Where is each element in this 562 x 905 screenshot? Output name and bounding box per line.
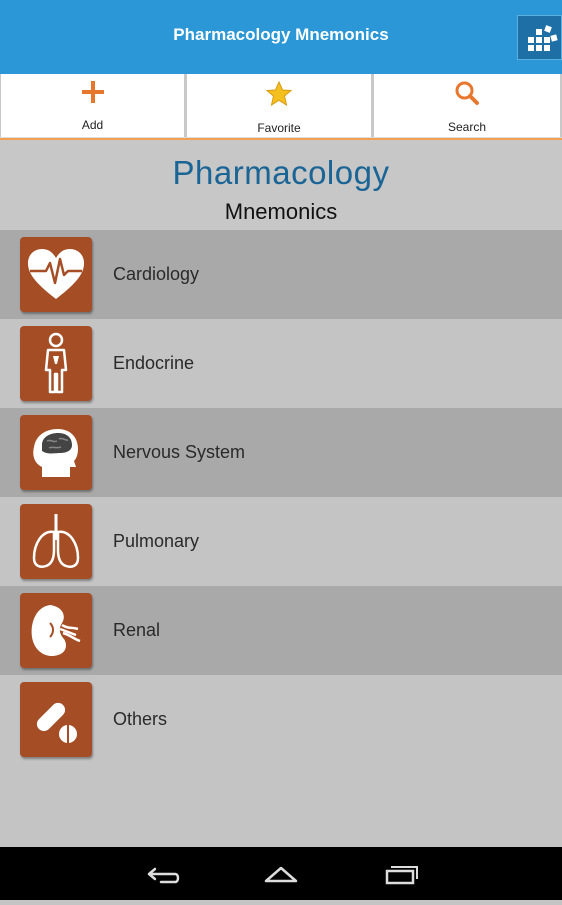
list-item-label: Pulmonary xyxy=(113,531,200,551)
hero-header: Pharmacology Mnemonics xyxy=(0,140,562,230)
list-item-label: Nervous System xyxy=(113,442,246,462)
grid-icon xyxy=(528,25,558,51)
body-organs-icon xyxy=(20,326,92,401)
pills-icon xyxy=(20,682,92,757)
hero-title: Pharmacology xyxy=(172,154,390,191)
list-item-label: Endocrine xyxy=(113,353,195,373)
favorite-label: Favorite xyxy=(257,121,301,135)
app-title: Pharmacology Mnemonics xyxy=(173,25,389,44)
lungs-icon xyxy=(20,504,92,579)
hero-subtitle: Mnemonics xyxy=(224,199,338,224)
recents-icon xyxy=(385,866,418,885)
home-button[interactable] xyxy=(251,847,311,900)
plus-icon xyxy=(81,81,104,103)
back-icon xyxy=(147,867,180,884)
list-item-label: Cardiology xyxy=(113,264,200,284)
action-toolbar: Add Favorite Search xyxy=(0,74,562,140)
grid-menu-button[interactable] xyxy=(517,15,562,60)
list-item-renal[interactable]: Renal xyxy=(0,586,562,675)
system-nav-bar xyxy=(0,847,562,900)
list-item-others[interactable]: Others xyxy=(0,675,562,764)
head-brain-icon xyxy=(20,415,92,490)
heart-ecg-icon xyxy=(20,237,92,312)
add-button[interactable]: Add xyxy=(0,74,186,137)
app-bar: Pharmacology Mnemonics xyxy=(0,0,562,74)
list-item-cardiology[interactable]: Cardiology xyxy=(0,230,562,319)
search-button[interactable]: Search xyxy=(373,74,562,137)
search-icon xyxy=(455,81,479,105)
list-item-pulmonary[interactable]: Pulmonary xyxy=(0,497,562,586)
list-item-nervous-system[interactable]: Nervous System xyxy=(0,408,562,497)
back-button[interactable] xyxy=(131,847,191,900)
list-item-endocrine[interactable]: Endocrine xyxy=(0,319,562,408)
favorite-button[interactable]: Favorite xyxy=(186,74,373,137)
add-label: Add xyxy=(81,118,104,132)
star-icon xyxy=(265,80,293,107)
home-icon xyxy=(264,866,298,883)
search-label: Search xyxy=(447,120,487,134)
kidney-icon xyxy=(20,593,92,668)
recents-button[interactable] xyxy=(371,847,431,900)
list-item-label: Others xyxy=(113,709,168,729)
list-item-label: Renal xyxy=(113,620,161,640)
